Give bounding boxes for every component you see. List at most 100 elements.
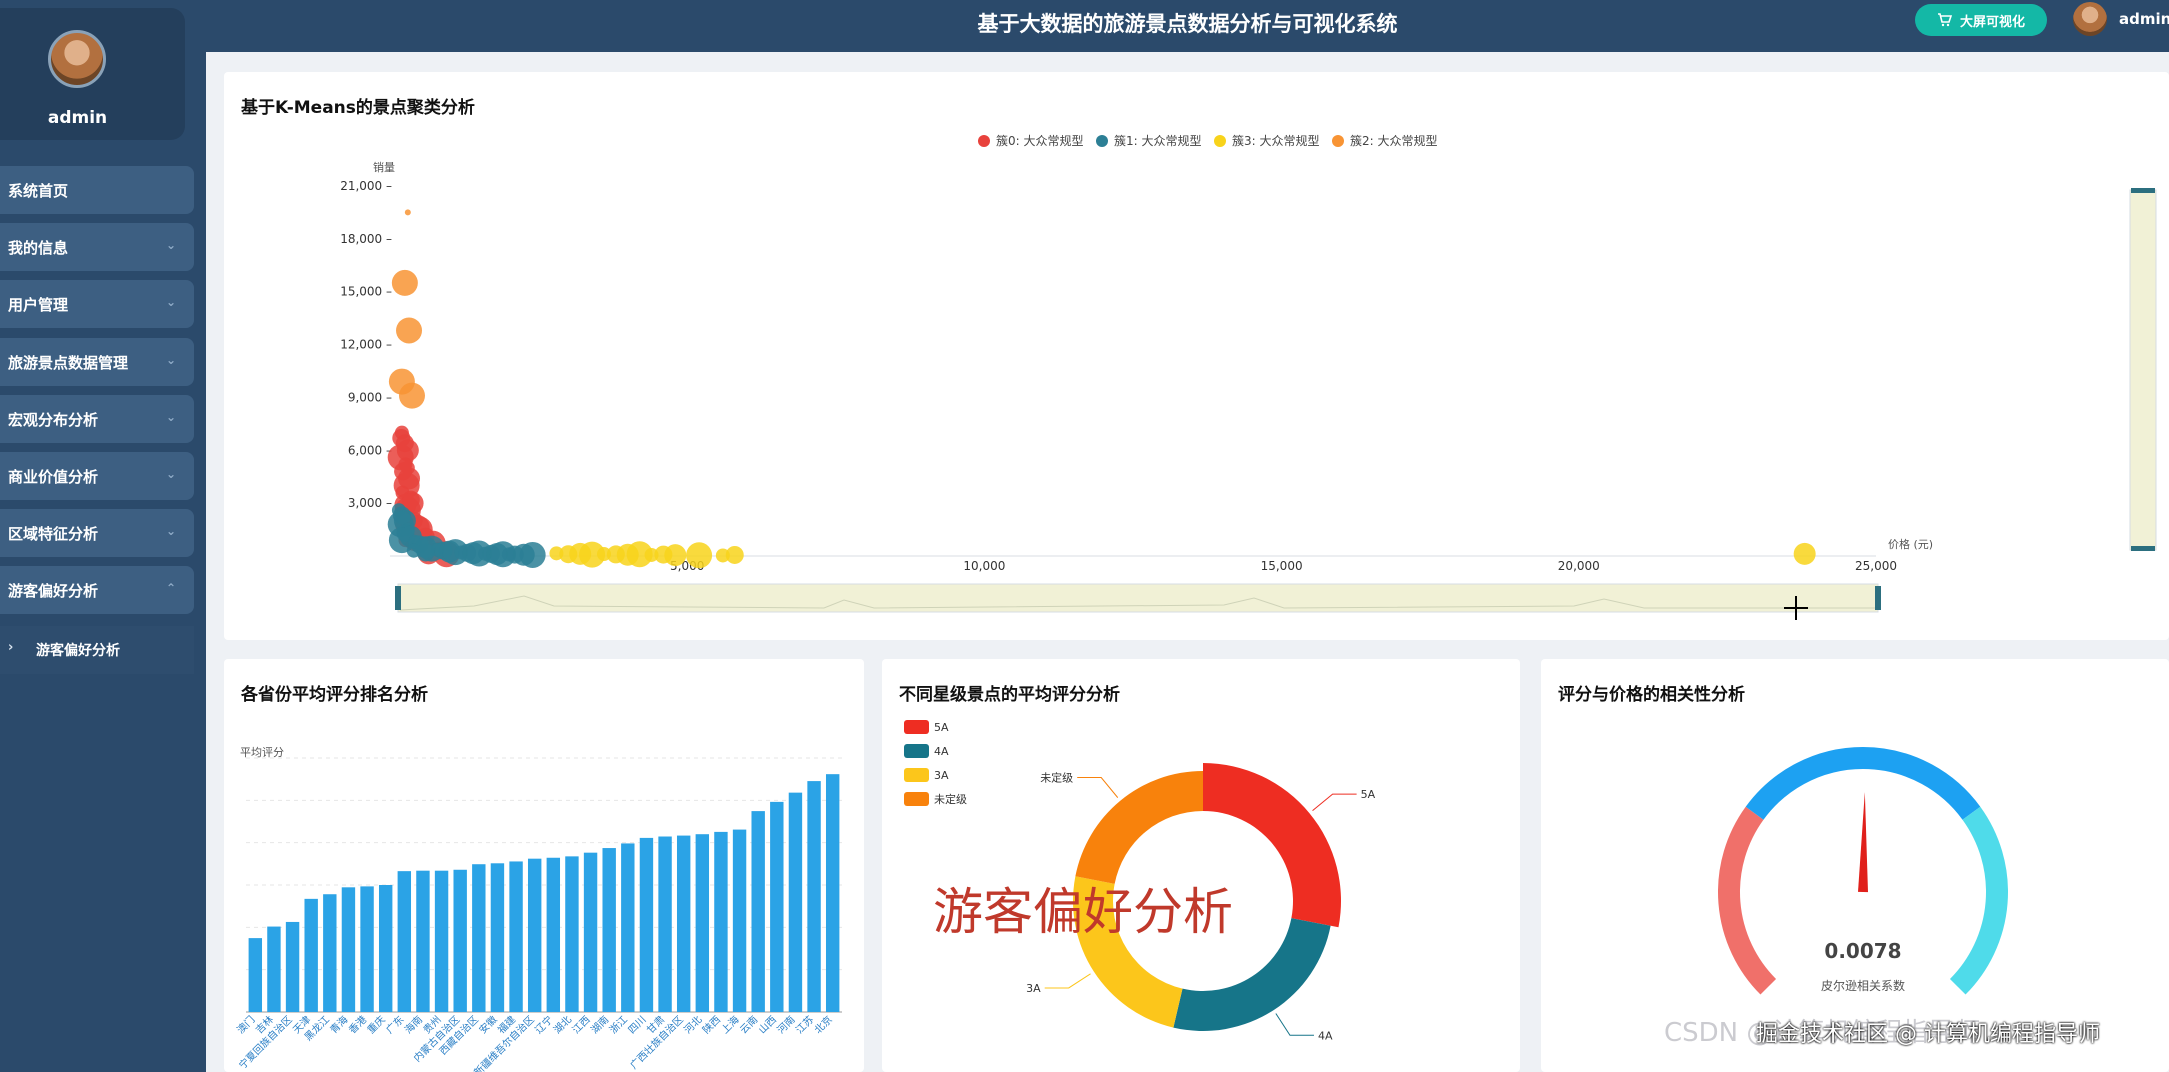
legend-label: 簇0: 大众常规型 xyxy=(996,133,1084,148)
sidebar-item-label: 用户管理 xyxy=(8,295,69,314)
y-tick-label: 18,000 – xyxy=(340,232,392,246)
gauge-pointer xyxy=(1858,792,1868,893)
x-tick-label: 浙江 xyxy=(607,1014,630,1037)
data-point xyxy=(398,382,425,409)
legend-label: 簇2: 大众常规型 xyxy=(1350,133,1438,148)
y-tick-label: 3,000 – xyxy=(348,496,392,510)
data-point xyxy=(396,317,423,344)
bar xyxy=(416,870,430,1012)
cluster-panel: 基于K-Means的景点聚类分析 簇0: 大众常规型 簇1: 大众常规型 簇3: 大… xyxy=(224,72,2169,640)
y-tick-label: 6,000 – xyxy=(348,443,392,457)
submenu-item-visitor-preference[interactable]: › 游客偏好分析 xyxy=(0,626,194,674)
correlation-panel: 评分与价格的相关性分析 0.0078 皮尔逊相关系数 xyxy=(1541,659,2169,1072)
bar xyxy=(602,848,616,1012)
chevron-up-icon: ⌃ xyxy=(165,581,176,595)
x-tick-label: 重庆 xyxy=(364,1013,387,1036)
bar xyxy=(751,811,765,1012)
y-tick-label: 15,000 – xyxy=(340,285,392,299)
star-donut-chart[interactable]: 5A 4A 3A 未定级 5A 4A 3A 未定级 xyxy=(882,659,1520,1072)
big-screen-label: 大屏可视化 xyxy=(1959,14,2025,30)
data-point xyxy=(725,545,744,564)
bar xyxy=(527,858,542,1012)
bar xyxy=(304,898,318,1012)
x-tick-label: 辽宁 xyxy=(532,1013,555,1036)
data-point xyxy=(519,541,546,568)
province-bar-chart[interactable]: 平均评分澳门吉林宁夏回族自治区天津黑龙江青海香港重庆广东海南贵州内蒙古自治区西藏… xyxy=(224,659,864,1072)
avatar[interactable] xyxy=(48,30,106,88)
bar xyxy=(621,843,635,1012)
legend-label: 未定级 xyxy=(934,792,967,806)
chevron-down-icon: ⌄ xyxy=(165,295,176,309)
x-tick-label: 河南 xyxy=(774,1013,797,1036)
legend-marker xyxy=(1214,135,1226,147)
bar xyxy=(583,852,598,1012)
bar xyxy=(434,870,449,1012)
legend-label: 3A xyxy=(934,769,949,782)
bar xyxy=(285,921,300,1012)
y-tick-label: 21,000 – xyxy=(340,179,392,193)
bar xyxy=(248,938,263,1012)
sidebar-item-label: 商业价值分析 xyxy=(8,467,99,486)
bar xyxy=(676,835,691,1012)
x-tick-label: 江西 xyxy=(570,1014,593,1037)
x-tick-label: 安徽 xyxy=(476,1013,499,1036)
legend-marker xyxy=(978,135,990,147)
x-tick-label: 10,000 xyxy=(963,559,1005,573)
legend-marker xyxy=(904,792,929,806)
bar xyxy=(453,869,467,1012)
sidebar-item-label: 区域特征分析 xyxy=(8,524,99,543)
slice-label-line xyxy=(1312,793,1357,812)
x-tick-label: 澳门 xyxy=(234,1013,257,1036)
x-tick-label: 25,000 xyxy=(1855,559,1897,573)
bar xyxy=(565,856,579,1012)
chevron-down-icon: ⌄ xyxy=(165,353,176,367)
x-tick-label: 云南 xyxy=(737,1013,760,1036)
legend-marker xyxy=(904,744,929,758)
sidebar-item-7[interactable]: 游客偏好分析 ⌃ xyxy=(0,566,194,614)
x-tick-label: 15,000 xyxy=(1261,559,1303,573)
province-rating-panel: 各省份平均评分排名分析 平均评分 澳门 吉林 宁夏回族自治区 天津 黑龙江 青海 香港 重庆 广东… xyxy=(224,659,864,1072)
x-tick-label: 湖南 xyxy=(588,1013,611,1036)
bar xyxy=(714,831,728,1012)
bar xyxy=(267,926,281,1012)
slice-label-line xyxy=(1275,1013,1314,1036)
x-tick-label: 湖北 xyxy=(551,1014,574,1037)
sidebar-item-3[interactable]: 旅游景点数据管理 ⌄ xyxy=(0,338,194,386)
slice-label: 未定级 xyxy=(1040,771,1073,785)
data-point xyxy=(404,209,411,216)
sidebar-item-4[interactable]: 宏观分布分析 ⌄ xyxy=(0,395,194,443)
x-axis-label: 价格 (元) xyxy=(1888,537,1933,551)
header-avatar[interactable] xyxy=(2073,2,2107,36)
donut-slice xyxy=(1075,771,1203,884)
x-tick-label: 山西 xyxy=(756,1014,779,1037)
big-screen-button[interactable]: 大屏可视化 xyxy=(1915,4,2047,36)
sidebar-item-0[interactable]: 系统首页 xyxy=(0,166,194,214)
x-tick-label: 北京 xyxy=(811,1013,834,1036)
sidebar-item-2[interactable]: 用户管理 ⌄ xyxy=(0,280,194,328)
overlay-watermark: 游客偏好分析 xyxy=(933,883,1233,941)
sidebar-item-1[interactable]: 我的信息 ⌄ xyxy=(0,223,194,271)
sidebar-item-6[interactable]: 区域特征分析 ⌄ xyxy=(0,509,194,557)
data-point xyxy=(664,544,687,567)
legend-label: 5A xyxy=(934,721,949,734)
header-username[interactable]: admin xyxy=(2119,10,2169,28)
legend-label: 簇1: 大众常规型 xyxy=(1114,133,1202,148)
bar xyxy=(323,894,337,1012)
slice-label: 4A xyxy=(1318,1029,1333,1042)
bar xyxy=(490,863,505,1012)
chevron-down-icon: ⌄ xyxy=(165,524,176,538)
legend-marker xyxy=(904,720,929,734)
top-header: 基于大数据的旅游景点数据分析与可视化系统 大屏可视化 admin xyxy=(206,0,2169,52)
legend-marker xyxy=(1332,135,1344,147)
data-point xyxy=(686,542,713,569)
x-tick-label: 河北 xyxy=(682,1014,705,1037)
cluster-scatter-chart[interactable]: 簇0: 大众常规型 簇1: 大众常规型 簇3: 大众常规型 簇2: 大众常规型销量 3,… xyxy=(224,72,2169,640)
data-point xyxy=(400,460,415,475)
x-tick-label: 上海 xyxy=(718,1013,741,1036)
chevron-down-icon: ⌄ xyxy=(165,238,176,252)
sidebar-item-5[interactable]: 商业价值分析 ⌄ xyxy=(0,452,194,500)
legend-label: 簇3: 大众常规型 xyxy=(1232,133,1320,148)
bar xyxy=(658,836,672,1012)
page-title: 基于大数据的旅游景点数据分析与可视化系统 xyxy=(977,12,1398,36)
bar xyxy=(509,861,523,1012)
